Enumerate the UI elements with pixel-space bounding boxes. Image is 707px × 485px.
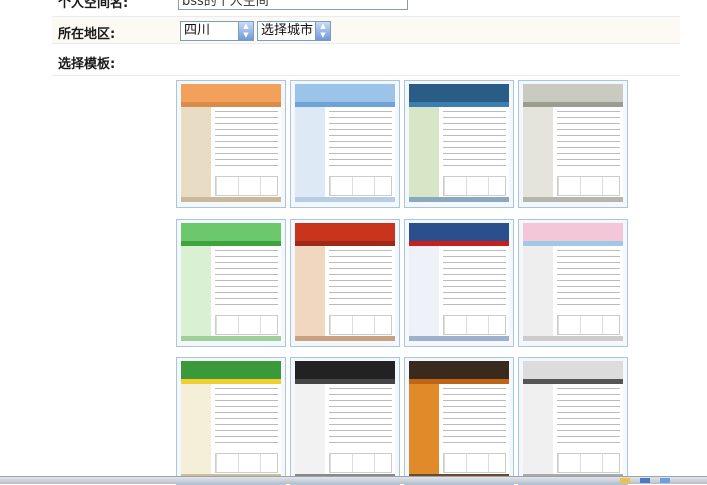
template-thumbnail	[409, 223, 509, 341]
template-thumbnail	[295, 361, 395, 479]
template-option[interactable]	[404, 219, 514, 347]
region-label: 所在地区:	[58, 27, 116, 42]
template-option[interactable]	[176, 80, 286, 208]
template-thumbnail	[181, 223, 281, 341]
template-thumbnail	[181, 84, 281, 202]
template-option[interactable]	[404, 357, 514, 485]
template-option[interactable]	[518, 357, 628, 485]
template-row: 选择模板:	[52, 44, 680, 76]
city-select[interactable]: 选择城市 ▲ ▼	[257, 21, 331, 41]
template-thumbnail	[523, 223, 623, 341]
region-row: 所在地区: 四川 ▲ ▼ 选择城市 ▲ ▼	[52, 17, 680, 44]
template-thumbnail	[523, 361, 623, 479]
template-option[interactable]	[290, 80, 400, 208]
template-option[interactable]	[404, 80, 514, 208]
space-name-label: 个人空间名:	[58, 0, 129, 11]
template-thumbnail	[409, 361, 509, 479]
space-name-input[interactable]	[178, 0, 408, 10]
template-option[interactable]	[176, 219, 286, 347]
tray-icon[interactable]	[640, 478, 650, 483]
template-option[interactable]	[290, 357, 400, 485]
province-select-value: 四川	[184, 23, 211, 38]
tray-icon[interactable]	[660, 478, 670, 483]
template-label: 选择模板:	[58, 57, 116, 72]
template-thumbnail	[295, 84, 395, 202]
template-option[interactable]	[176, 357, 286, 485]
template-option[interactable]	[518, 219, 628, 347]
space-name-row: 个人空间名:	[52, 0, 680, 17]
template-thumbnail	[523, 84, 623, 202]
chevron-updown-icon: ▲ ▼	[315, 22, 330, 40]
template-thumbnail	[409, 84, 509, 202]
tray-icon[interactable]	[620, 478, 630, 483]
template-option[interactable]	[518, 80, 628, 208]
template-thumbnail	[181, 361, 281, 479]
template-option[interactable]	[290, 219, 400, 347]
template-thumbnail	[295, 223, 395, 341]
province-select[interactable]: 四川 ▲ ▼	[180, 21, 254, 41]
chevron-updown-icon: ▲ ▼	[238, 22, 253, 40]
city-select-value: 选择城市	[261, 23, 314, 38]
